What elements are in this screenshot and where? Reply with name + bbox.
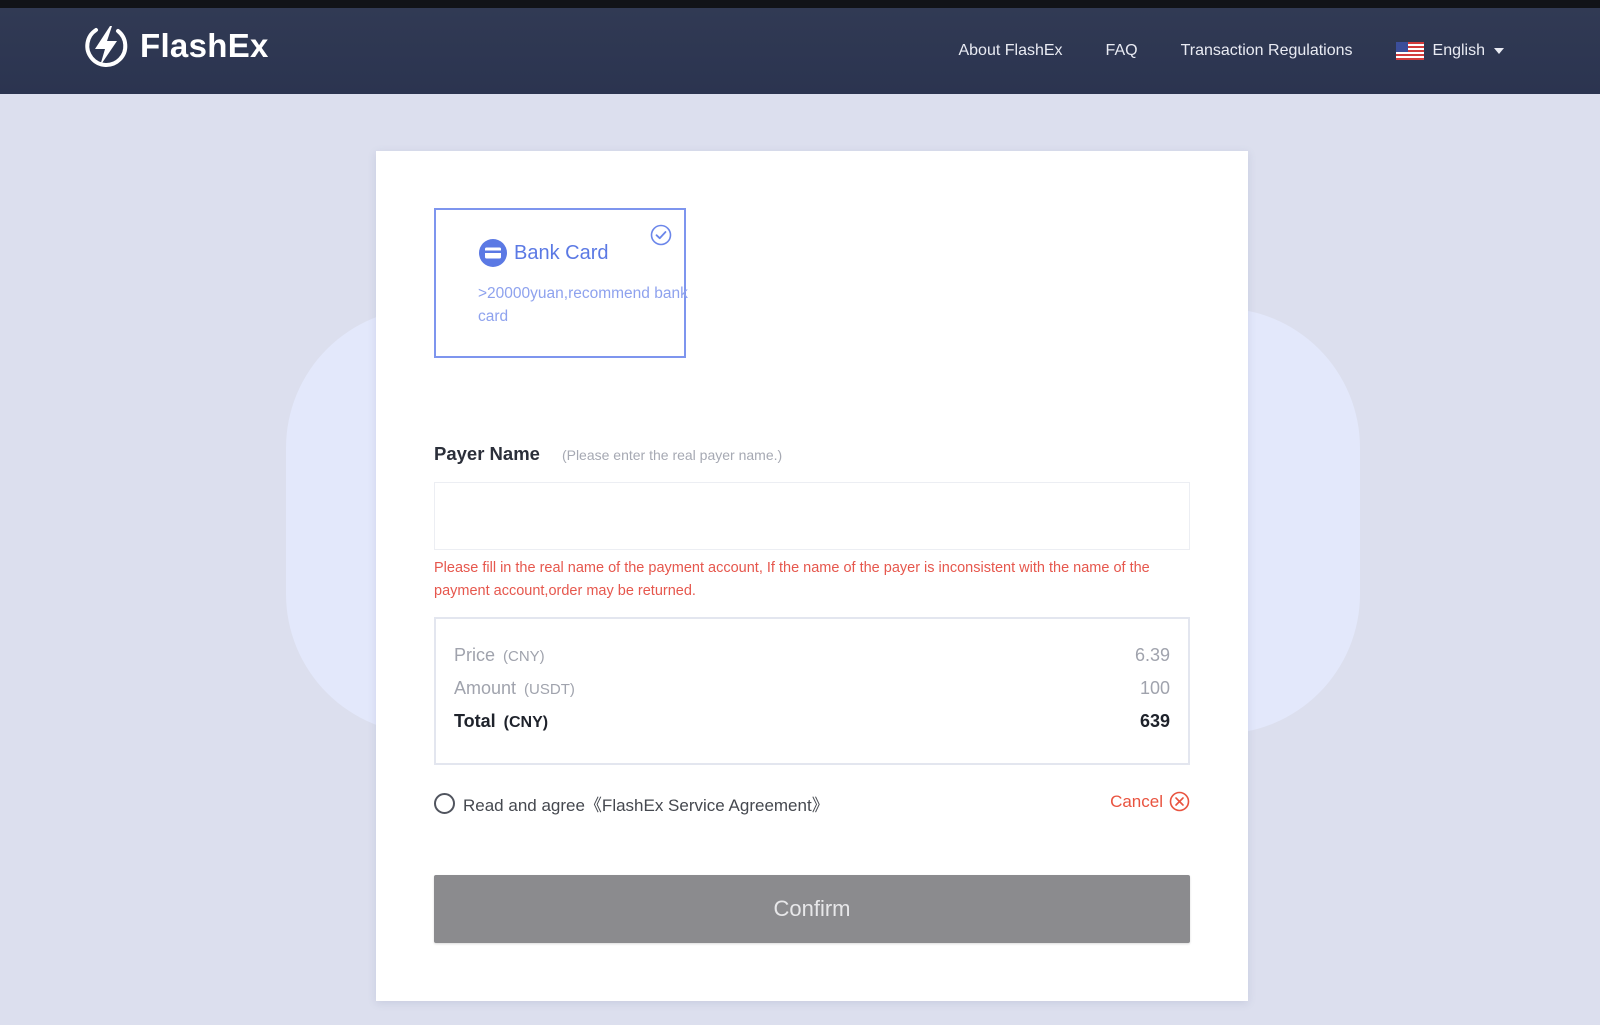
payer-name-input[interactable] xyxy=(434,482,1190,550)
nav-transaction-regulations[interactable]: Transaction Regulations xyxy=(1181,42,1353,60)
payment-method-description: >20000yuan,recommend bank card xyxy=(478,285,688,325)
caret-down-icon xyxy=(1494,48,1504,54)
payer-name-label-row: Payer Name (Please enter the real payer … xyxy=(434,443,782,465)
payer-name-hint: (Please enter the real payer name.) xyxy=(561,447,783,463)
summary-row-amount: Amount (USDT) 100 xyxy=(454,678,1170,699)
language-selector[interactable]: English xyxy=(1395,42,1504,60)
price-unit: (CNY) xyxy=(503,648,545,665)
total-value: 639 xyxy=(1139,711,1170,731)
cancel-button[interactable]: Cancel xyxy=(1110,791,1190,812)
payer-name-warning: Please fill in the real name of the paym… xyxy=(434,560,1150,599)
brand-logo[interactable]: FlashEx xyxy=(82,21,269,71)
amount-value: 100 xyxy=(1139,678,1170,698)
order-summary: Price (CNY) 6.39 Amount (USDT) 100 Total (C… xyxy=(434,617,1190,765)
amount-unit: (USDT) xyxy=(524,681,575,698)
language-label: English xyxy=(1432,42,1485,59)
price-value: 6.39 xyxy=(1134,645,1170,665)
lightning-bolt-icon xyxy=(85,26,128,67)
us-flag-icon xyxy=(1395,42,1424,60)
close-circle-icon xyxy=(1169,791,1190,812)
total-unit: (CNY) xyxy=(503,714,549,731)
summary-row-price: Price (CNY) 6.39 xyxy=(454,645,1170,666)
payment-method-bank-card[interactable]: Bank Card >20000yuan,recommend bank card xyxy=(434,208,688,358)
payment-card: Bank Card >20000yuan,recommend bank card… xyxy=(376,151,1248,1001)
payment-method-header: Bank Card xyxy=(478,238,609,268)
credit-card-icon xyxy=(479,239,507,267)
nav-faq[interactable]: FAQ xyxy=(1106,42,1138,60)
check-circle-icon xyxy=(650,224,672,246)
nav-about[interactable]: About FlashEx xyxy=(958,42,1062,60)
total-label: Total xyxy=(454,711,496,731)
agreement-checkbox[interactable]: Read and agree《FlashEx Service Agreement… xyxy=(434,791,829,816)
payment-method-title: Bank Card xyxy=(514,241,609,264)
agreement-radio[interactable] xyxy=(434,793,455,814)
top-strip xyxy=(0,0,1600,8)
cancel-label: Cancel xyxy=(1110,791,1163,811)
nav-links: About FlashEx FAQ Transaction Regulation… xyxy=(915,8,1504,94)
agreement-text: Read and agree《FlashEx Service Agreement… xyxy=(463,796,829,815)
payer-name-label: Payer Name xyxy=(434,443,540,464)
confirm-button[interactable]: Confirm xyxy=(434,875,1190,943)
brand-name: FlashEx xyxy=(140,27,269,64)
amount-label: Amount xyxy=(454,678,517,698)
summary-row-total: Total (CNY) 639 xyxy=(454,711,1170,732)
navbar: FlashEx About FlashEx FAQ Transaction Re… xyxy=(0,8,1600,94)
price-label: Price xyxy=(454,645,496,665)
